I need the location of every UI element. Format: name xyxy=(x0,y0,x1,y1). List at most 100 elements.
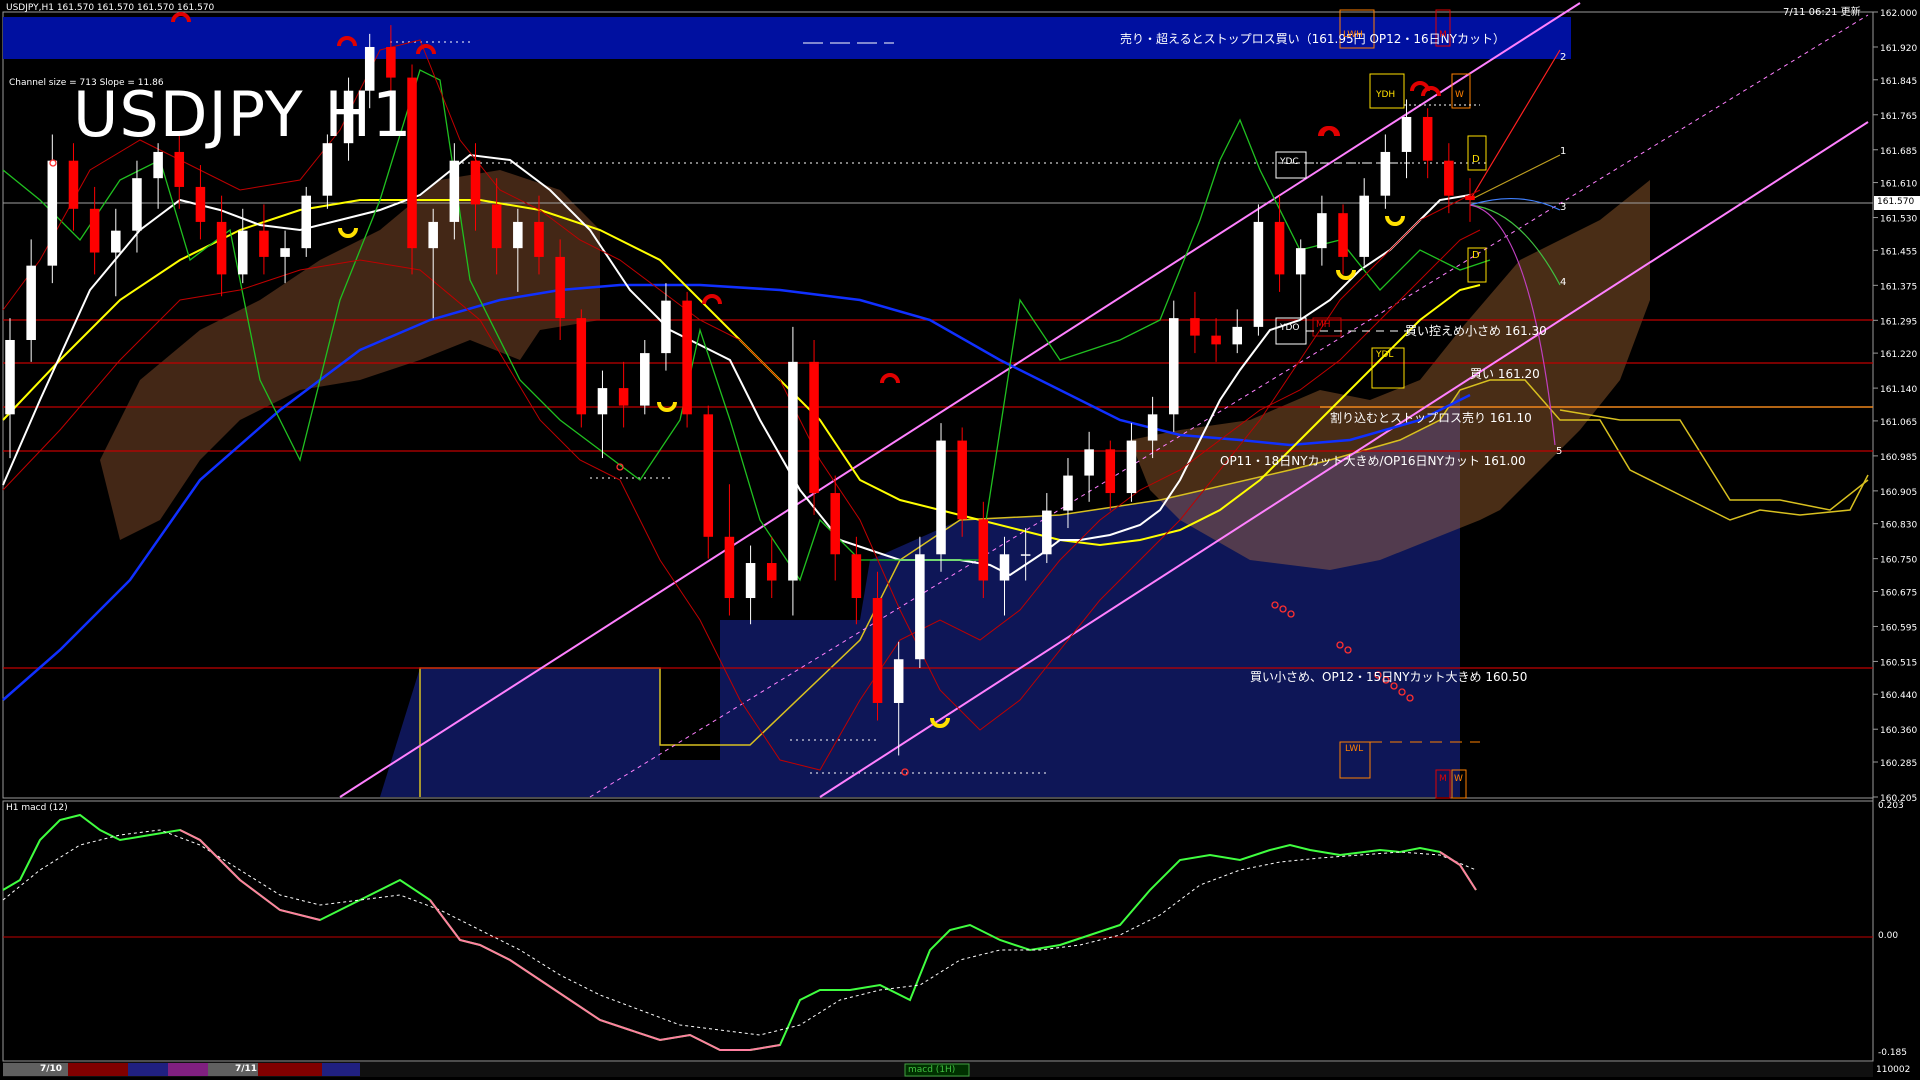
macd-axis-bottom: -0.185 xyxy=(1878,1048,1908,1058)
price-tick-label: 160.985 xyxy=(1880,453,1917,463)
price-tick-label: 161.220 xyxy=(1880,350,1917,360)
candle-bear xyxy=(1274,221,1285,275)
candle-bull xyxy=(111,230,121,253)
footer-corner: 110002 xyxy=(1876,1065,1911,1075)
price-tick-label: 161.065 xyxy=(1880,418,1917,428)
footer-seg-2 xyxy=(68,1063,128,1076)
level-161-20-label: 買い 161.20 xyxy=(1470,367,1540,381)
price-tick-label: 161.920 xyxy=(1880,44,1917,54)
m-bottom-label: M xyxy=(1439,774,1447,784)
level-161-10-label: 割り込むとストップロス売り 161.10 xyxy=(1330,411,1532,425)
candle-bear xyxy=(216,221,227,275)
price-tick-label: 162.000 xyxy=(1880,9,1917,19)
candle-bull xyxy=(1401,116,1412,152)
footer-tab-label[interactable]: macd (1H) xyxy=(908,1065,955,1075)
candle-bear xyxy=(534,221,544,257)
candle-bear xyxy=(682,300,692,415)
price-tick-label: 161.685 xyxy=(1880,147,1917,157)
chart-canvas: 162.000 161.920 161.845 161.765 161.685 161.6… xyxy=(2,2,1920,1077)
candle-bull xyxy=(915,554,925,660)
fib-label-3: 3 xyxy=(1560,202,1567,213)
macd-down-seg-1 xyxy=(179,829,321,921)
candle-bear xyxy=(555,256,565,319)
candle-bear xyxy=(851,554,862,599)
lwl-label: LWL xyxy=(1345,744,1364,754)
price-axis-ticks: 162.000 161.920 161.845 161.765 161.685 161.6… xyxy=(1873,9,1917,804)
candle-bull xyxy=(1232,326,1243,345)
timestamp: 7/11 06:21 更新 xyxy=(1783,7,1861,18)
ydl-label: YDL xyxy=(1376,350,1394,360)
ydc-label: YDC xyxy=(1280,157,1299,167)
price-tick-label: 161.455 xyxy=(1880,247,1917,257)
candle-bull xyxy=(640,353,650,406)
ydh-label: YDH xyxy=(1376,90,1396,100)
price-tick-label: 160.675 xyxy=(1880,588,1917,598)
macd-axis-zero: 0.00 xyxy=(1878,931,1899,941)
candle-bear xyxy=(1105,449,1116,494)
candle-bear xyxy=(1422,116,1433,161)
price-tick-label: 161.765 xyxy=(1880,112,1917,122)
price-tick-label: 160.440 xyxy=(1880,691,1917,701)
candle-bear xyxy=(978,519,989,581)
candle-bear xyxy=(703,414,714,537)
candle-bear xyxy=(259,230,269,257)
candle-bull xyxy=(936,440,946,555)
price-tick-label: 160.905 xyxy=(1880,488,1917,498)
candle-bear xyxy=(957,440,967,520)
candle-bull xyxy=(1126,440,1137,494)
candle-bear xyxy=(724,536,735,599)
candle-bull xyxy=(132,178,142,231)
candle-bull xyxy=(428,221,438,249)
candle-bull xyxy=(788,361,798,581)
d-lower-label: D xyxy=(1472,250,1480,261)
banner-text: 売り・超えるとストップロス買い（161.95円 OP12・16日NYカット） xyxy=(1120,32,1505,46)
macd-label: H1 macd (12) xyxy=(6,803,68,813)
symbol-line: USDJPY,H1 161.570 161.570 161.570 161.57… xyxy=(6,3,215,13)
candle-bear xyxy=(766,563,777,581)
big-title: USDJPY H1 xyxy=(73,78,413,151)
candle-bear xyxy=(195,186,206,222)
price-tick-label: 161.375 xyxy=(1880,282,1917,292)
candle-bull xyxy=(513,221,523,249)
candle-bull xyxy=(1253,221,1264,327)
lwh-label: LWH xyxy=(1343,30,1363,40)
ydo-label: YDO xyxy=(1280,323,1300,333)
level-160-50-label: 買い小さめ、OP12・15日NYカット大きめ 160.50 xyxy=(1250,670,1528,684)
candle-bear xyxy=(470,160,481,205)
candle-bull xyxy=(1317,213,1327,249)
footer-date-1: 7/10 xyxy=(40,1064,63,1074)
price-tick-label: 160.285 xyxy=(1880,759,1917,769)
candle-bear xyxy=(1190,318,1200,336)
candle-bull xyxy=(5,339,15,415)
candle-bear xyxy=(174,151,185,187)
candle-bull xyxy=(1359,195,1369,257)
candle-bull xyxy=(1042,510,1052,555)
fib-label-5: 5 xyxy=(1556,446,1563,457)
candle-bull xyxy=(280,248,290,257)
price-tick-label: 161.845 xyxy=(1880,77,1917,87)
w-top-label: W xyxy=(1455,90,1464,100)
candle-bull xyxy=(301,195,311,249)
candle-bull xyxy=(153,151,163,179)
candle-bear xyxy=(491,204,502,249)
candle-bear xyxy=(830,493,840,555)
candle-bull xyxy=(26,265,36,340)
candle-bear xyxy=(386,46,396,78)
candle-bear xyxy=(1338,213,1348,257)
footer-seg-3 xyxy=(128,1063,168,1076)
w-bottom-label: W xyxy=(1454,774,1463,784)
candle-bull xyxy=(745,563,756,599)
fib-label-1: 1 xyxy=(1560,146,1567,157)
price-tick-label: 160.750 xyxy=(1880,556,1917,566)
candle-bull xyxy=(1295,248,1306,275)
candle-bear xyxy=(1211,335,1221,345)
footer-seg-4 xyxy=(168,1063,208,1076)
candle-bear xyxy=(576,318,587,415)
level-161-30-label: 買い控えめ小さめ 161.30 xyxy=(1405,324,1547,338)
senkou-span-b-future xyxy=(1559,409,1869,511)
macd-panel-frame xyxy=(2,800,1874,1062)
current-price-label: 161.570 xyxy=(1877,197,1915,207)
mh-label: MH xyxy=(1316,320,1331,330)
candle-bear xyxy=(1444,160,1454,196)
candle-bear xyxy=(68,160,79,209)
